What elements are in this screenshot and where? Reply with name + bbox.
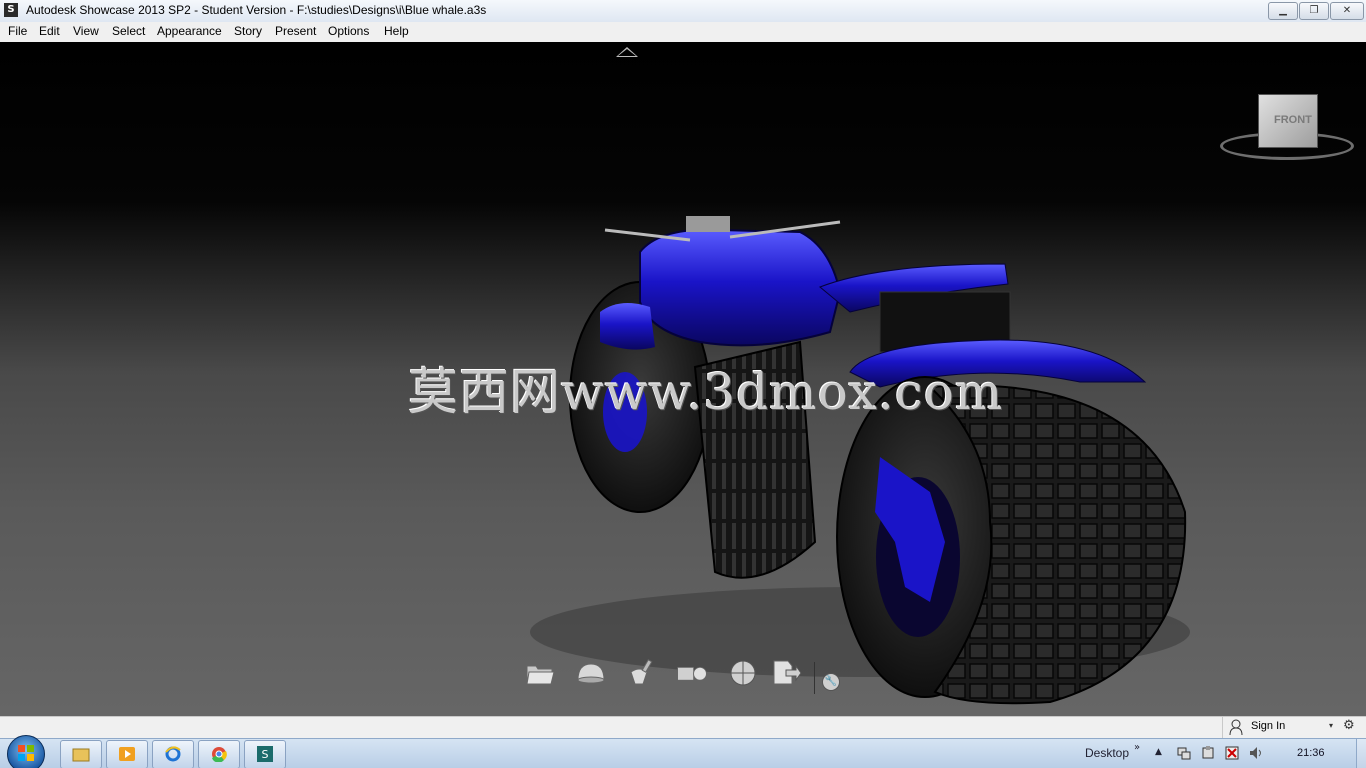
usb-device-icon[interactable]	[1201, 746, 1215, 760]
camera-views-icon[interactable]	[676, 658, 708, 688]
network-icon[interactable]	[1177, 746, 1191, 760]
menu-bar: File Edit View Select Appearance Story P…	[0, 22, 1366, 43]
watermark-text: 莫西网www.3dmox.com	[408, 363, 1004, 421]
chevron-down-icon[interactable]: ▾	[1329, 721, 1333, 730]
3d-viewport[interactable]: 莫西网www.3dmox.com FRONT 🔧	[0, 42, 1366, 716]
menu-options[interactable]: Options	[326, 24, 371, 38]
status-strip	[0, 716, 1366, 739]
person-icon	[1229, 719, 1243, 735]
start-button[interactable]	[7, 735, 45, 768]
menu-appearance[interactable]: Appearance	[155, 24, 224, 38]
taskbar-internet-explorer[interactable]	[152, 740, 194, 768]
taskbar-showcase[interactable]: S	[244, 740, 286, 768]
folder-open-icon[interactable]	[524, 658, 556, 688]
folder-icon	[72, 748, 90, 762]
showcase-app-icon: S	[257, 746, 273, 762]
help-icon[interactable]: ⚙	[1343, 718, 1359, 734]
showcase-app: S Autodesk Showcase 2013 SP2 - Student V…	[0, 0, 1366, 768]
chrome-icon	[212, 747, 227, 762]
lighting-sphere-icon[interactable]	[727, 658, 759, 688]
title-bar: S Autodesk Showcase 2013 SP2 - Student V…	[0, 0, 1366, 23]
menu-select[interactable]: Select	[110, 24, 147, 38]
internet-explorer-icon	[165, 746, 181, 762]
environment-dome-icon[interactable]	[575, 658, 607, 688]
taskbar-media-player[interactable]	[106, 740, 148, 768]
tray-expand-icon[interactable]: ▲	[1155, 747, 1162, 757]
menu-edit[interactable]: Edit	[37, 24, 62, 38]
media-player-icon	[119, 747, 135, 761]
viewcube[interactable]: FRONT	[1218, 92, 1354, 162]
menu-view[interactable]: View	[71, 24, 101, 38]
app-icon[interactable]: S	[4, 3, 18, 17]
taskbar-chrome[interactable]	[198, 740, 240, 768]
desktop-toolbar-label[interactable]: Desktop	[1085, 746, 1129, 760]
close-button[interactable]: ✕	[1330, 2, 1364, 20]
viewcube-front-label: FRONT	[1274, 114, 1312, 126]
sign-in-label[interactable]: Sign In	[1251, 720, 1285, 732]
window-title: Autodesk Showcase 2013 SP2 - Student Ver…	[26, 3, 487, 17]
svg-text:S: S	[262, 748, 269, 761]
menu-help[interactable]: Help	[382, 24, 411, 38]
windows-logo-icon	[18, 745, 34, 761]
wrench-settings-icon[interactable]: 🔧	[822, 673, 840, 691]
menu-file[interactable]: File	[6, 24, 29, 38]
menu-story[interactable]: Story	[232, 24, 264, 38]
volume-icon[interactable]	[1249, 746, 1263, 760]
toolbar-separator	[814, 662, 815, 694]
taskbar-explorer[interactable]	[60, 740, 102, 768]
action-center-icon[interactable]	[1225, 746, 1239, 760]
export-icon[interactable]	[770, 658, 802, 688]
maximize-button[interactable]: ❐	[1299, 2, 1329, 20]
material-brush-icon[interactable]	[625, 658, 657, 688]
show-desktop-button[interactable]	[1356, 739, 1366, 768]
menu-present[interactable]: Present	[273, 24, 318, 38]
sign-in-area[interactable]: Sign In ▾	[1222, 716, 1341, 738]
minimize-button[interactable]: ▁	[1268, 2, 1298, 20]
desktop-chevron-icon[interactable]: »	[1134, 742, 1140, 753]
clock[interactable]: 21:36	[1297, 747, 1325, 759]
windows-taskbar: S Desktop » ▲ 21:36	[0, 735, 1366, 768]
